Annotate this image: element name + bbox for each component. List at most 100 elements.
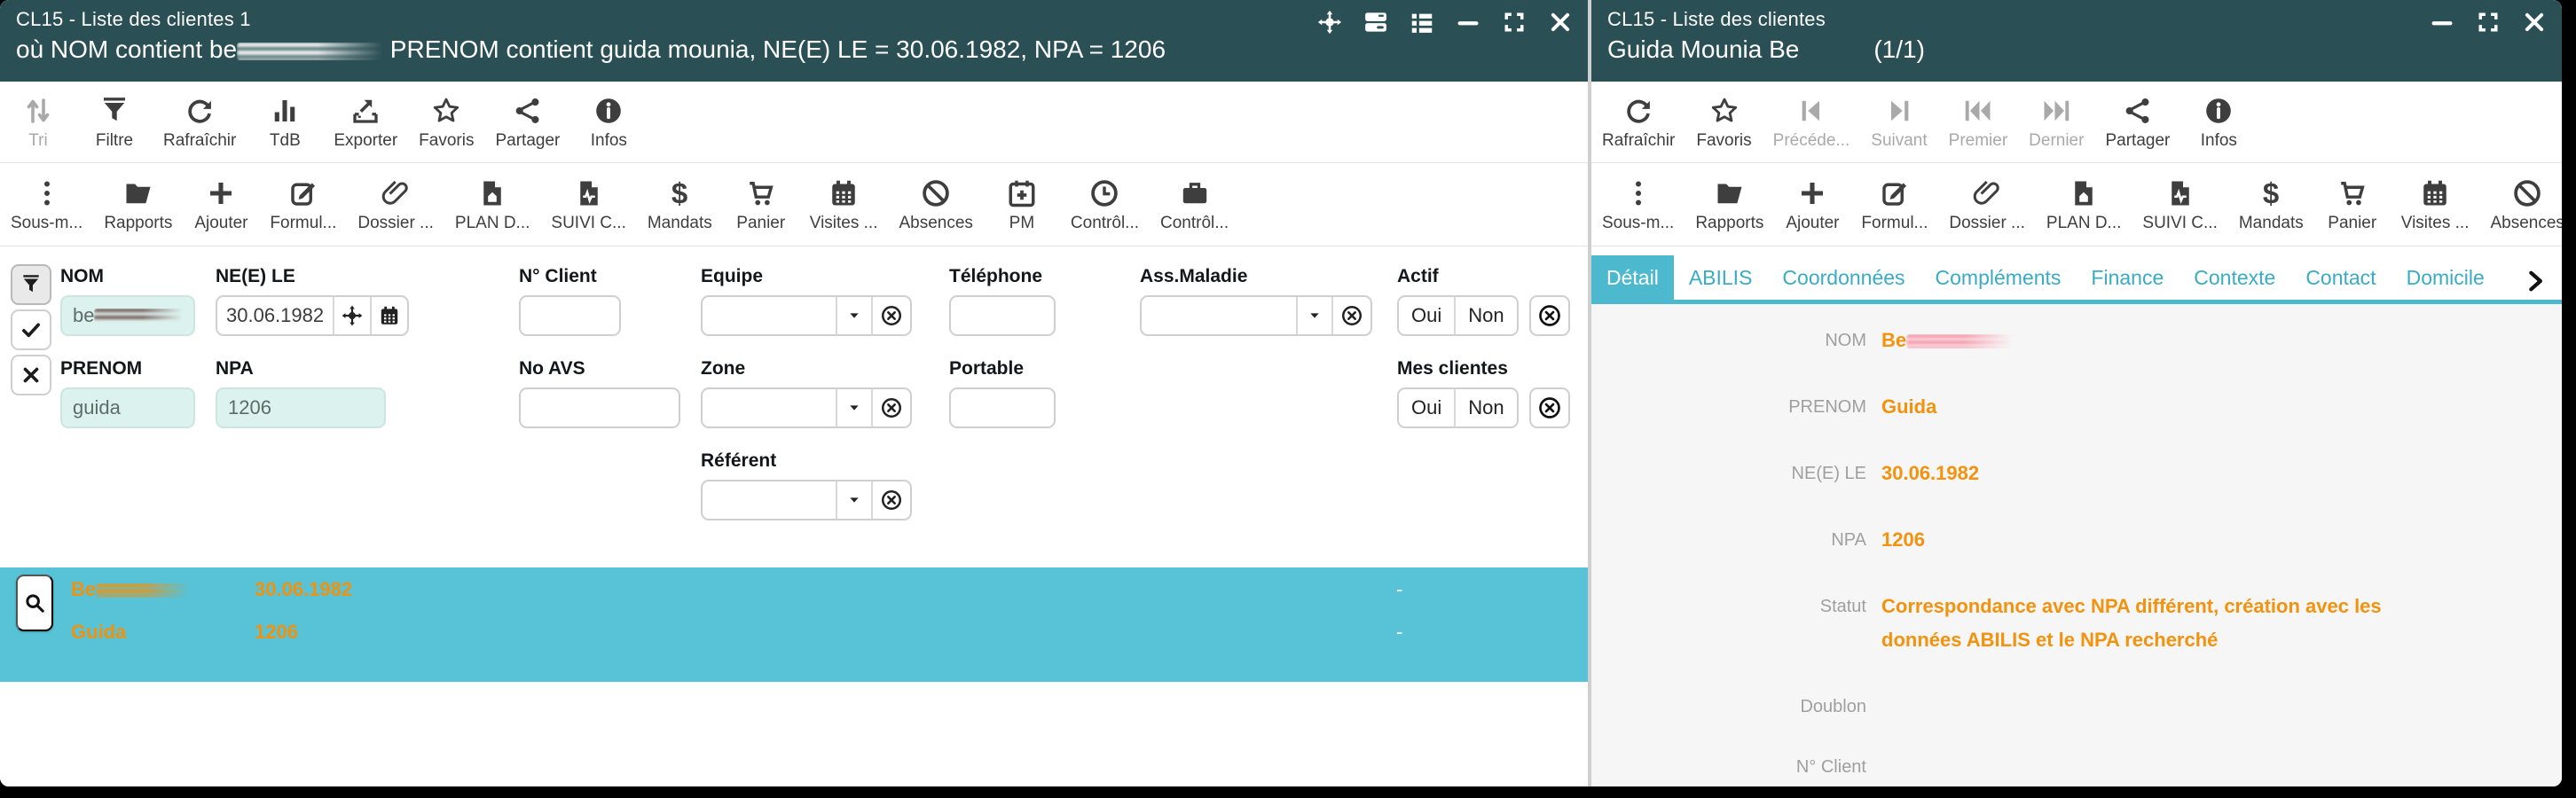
absences-button[interactable]: Absences bbox=[888, 163, 983, 246]
suivi-c-button[interactable]: SUIVI C... bbox=[540, 163, 636, 246]
dossier-button[interactable]: Dossier ... bbox=[1938, 163, 2036, 246]
npa-input[interactable]: 1206 bbox=[216, 387, 386, 428]
clear-icon[interactable] bbox=[871, 481, 910, 519]
referent-select[interactable] bbox=[703, 481, 836, 519]
precedent-button[interactable]: Précéde... bbox=[1763, 82, 1861, 162]
ajouter-button[interactable]: Ajouter bbox=[183, 163, 259, 246]
rafraichir-button[interactable]: Rafraîchir bbox=[153, 82, 247, 162]
absences-button[interactable]: Absences bbox=[2479, 163, 2562, 246]
rapports-button[interactable]: Rapports bbox=[1685, 163, 1774, 246]
filter-icon bbox=[98, 93, 130, 129]
visites-button[interactable]: Visites ... bbox=[799, 163, 889, 246]
actif-non-button[interactable]: Non bbox=[1454, 297, 1516, 334]
target-icon[interactable] bbox=[333, 297, 370, 334]
infos-button[interactable]: Infos bbox=[2180, 82, 2257, 162]
actif-clear-button[interactable] bbox=[1528, 295, 1570, 336]
ass-maladie-select[interactable] bbox=[1142, 297, 1296, 334]
sous-menu-button[interactable]: Sous-m... bbox=[0, 163, 93, 246]
mes-clientes-non-button[interactable]: Non bbox=[1454, 389, 1516, 426]
detail-panel-titlebar: CL15 - Liste des clientes Guida Mounia B… bbox=[1591, 0, 2562, 82]
maximize-button[interactable] bbox=[1499, 7, 1529, 37]
record-title: Guida Mounia Be (1/1) bbox=[1607, 34, 2546, 66]
move-window-button[interactable] bbox=[1315, 7, 1345, 37]
suivi-c-button[interactable]: SUIVI C... bbox=[2132, 163, 2227, 246]
tab-domicile[interactable]: Domicile bbox=[2391, 255, 2500, 300]
tri-button[interactable]: Tri bbox=[0, 82, 76, 162]
plan-d-button[interactable]: PLAN D... bbox=[2036, 163, 2132, 246]
premier-button[interactable]: Premier bbox=[1938, 82, 2019, 162]
equipe-select[interactable] bbox=[703, 297, 836, 334]
partager-button[interactable]: Partager bbox=[484, 82, 570, 162]
visites-button[interactable]: Visites ... bbox=[2391, 163, 2480, 246]
exporter-button[interactable]: Exporter bbox=[323, 82, 408, 162]
tabs-scroll-right-button[interactable] bbox=[2523, 269, 2553, 299]
formulaires-button[interactable]: Formul... bbox=[259, 163, 347, 246]
n-client-field: N° Client bbox=[519, 266, 621, 336]
no-avs-input[interactable] bbox=[519, 387, 680, 428]
cards-view-icon bbox=[1363, 9, 1389, 35]
npa-label: NPA bbox=[216, 358, 254, 379]
close-button[interactable] bbox=[1545, 7, 1575, 37]
filtre-button[interactable]: Filtre bbox=[76, 82, 153, 162]
favoris-button[interactable]: Favoris bbox=[408, 82, 484, 162]
panier-button[interactable]: Panier bbox=[2314, 163, 2391, 246]
prenom-input[interactable]: guida bbox=[60, 387, 195, 428]
clear-icon[interactable] bbox=[871, 389, 910, 426]
ne-le-input[interactable]: 30.06.1982 bbox=[217, 297, 333, 334]
mes-clientes-oui-button[interactable]: Oui bbox=[1399, 389, 1454, 426]
chevron-down-icon[interactable] bbox=[836, 481, 871, 519]
list-view-button[interactable] bbox=[1407, 7, 1437, 37]
detail-row-prenom: PRENOM Guida bbox=[1788, 395, 1937, 418]
controle-heures-button[interactable]: Contrôl... bbox=[1060, 163, 1150, 246]
minimize-button[interactable] bbox=[2427, 7, 2457, 37]
chevron-down-icon[interactable] bbox=[836, 297, 871, 334]
tab-coordonnees[interactable]: Coordonnées bbox=[1767, 255, 1920, 300]
tab-detail[interactable]: Détail bbox=[1591, 255, 1674, 300]
n-client-input[interactable] bbox=[519, 295, 621, 336]
panier-button[interactable]: Panier bbox=[723, 163, 799, 246]
plan-d-button[interactable]: PLAN D... bbox=[444, 163, 540, 246]
mes-clientes-clear-button[interactable] bbox=[1528, 387, 1570, 428]
chevron-down-icon[interactable] bbox=[1296, 297, 1331, 334]
mandats-button[interactable]: Mandats bbox=[637, 163, 723, 246]
tdb-button[interactable]: TdB bbox=[247, 82, 323, 162]
tab-abilis[interactable]: ABILIS bbox=[1674, 255, 1768, 300]
favoris-button[interactable]: Favoris bbox=[1685, 82, 1762, 162]
suivant-button[interactable]: Suivant bbox=[1860, 82, 1937, 162]
close-button[interactable] bbox=[2519, 7, 2549, 37]
minimize-button[interactable] bbox=[1453, 7, 1483, 37]
open-record-button[interactable] bbox=[16, 575, 53, 631]
telephone-input[interactable] bbox=[949, 295, 1056, 336]
rafraichir-button[interactable]: Rafraîchir bbox=[1591, 82, 1685, 162]
formulaires-button[interactable]: Formul... bbox=[1850, 163, 1938, 246]
apply-filter-button[interactable] bbox=[11, 264, 51, 305]
validate-filter-button[interactable] bbox=[11, 309, 51, 350]
clear-icon[interactable] bbox=[1331, 297, 1370, 334]
tab-finance[interactable]: Finance bbox=[2076, 255, 2179, 300]
ajouter-button[interactable]: Ajouter bbox=[1774, 163, 1850, 246]
result-row[interactable]: Be 30.06.1982 - Guida 1206 - bbox=[0, 567, 1588, 682]
dernier-button[interactable]: Dernier bbox=[2018, 82, 2094, 162]
infos-button[interactable]: Infos bbox=[570, 82, 647, 162]
actif-oui-button[interactable]: Oui bbox=[1399, 297, 1454, 334]
clear-icon[interactable] bbox=[871, 297, 910, 334]
nom-input[interactable]: be bbox=[60, 295, 195, 336]
partager-button[interactable]: Partager bbox=[2094, 82, 2180, 162]
chevron-down-icon[interactable] bbox=[836, 389, 871, 426]
rapports-button[interactable]: Rapports bbox=[93, 163, 183, 246]
dossier-button[interactable]: Dossier ... bbox=[347, 163, 444, 246]
clear-filter-button[interactable] bbox=[11, 355, 51, 395]
portable-input[interactable] bbox=[949, 387, 1056, 428]
sous-menu-button[interactable]: Sous-m... bbox=[1591, 163, 1685, 246]
controle-mandats-button[interactable]: Contrôl... bbox=[1150, 163, 1239, 246]
mandats-button[interactable]: Mandats bbox=[2228, 163, 2314, 246]
maximize-button[interactable] bbox=[2473, 7, 2503, 37]
detail-content: NOM Be PRENOM Guida NE(E) LE 30.06.1982 … bbox=[1591, 304, 2562, 786]
cards-view-button[interactable] bbox=[1361, 7, 1391, 37]
pm-button[interactable]: PM bbox=[984, 163, 1060, 246]
tab-contact[interactable]: Contact bbox=[2290, 255, 2391, 300]
zone-select[interactable] bbox=[703, 389, 836, 426]
calendar-icon[interactable] bbox=[370, 297, 407, 334]
tab-contexte[interactable]: Contexte bbox=[2179, 255, 2290, 300]
tab-complements[interactable]: Compléments bbox=[1920, 255, 2077, 300]
